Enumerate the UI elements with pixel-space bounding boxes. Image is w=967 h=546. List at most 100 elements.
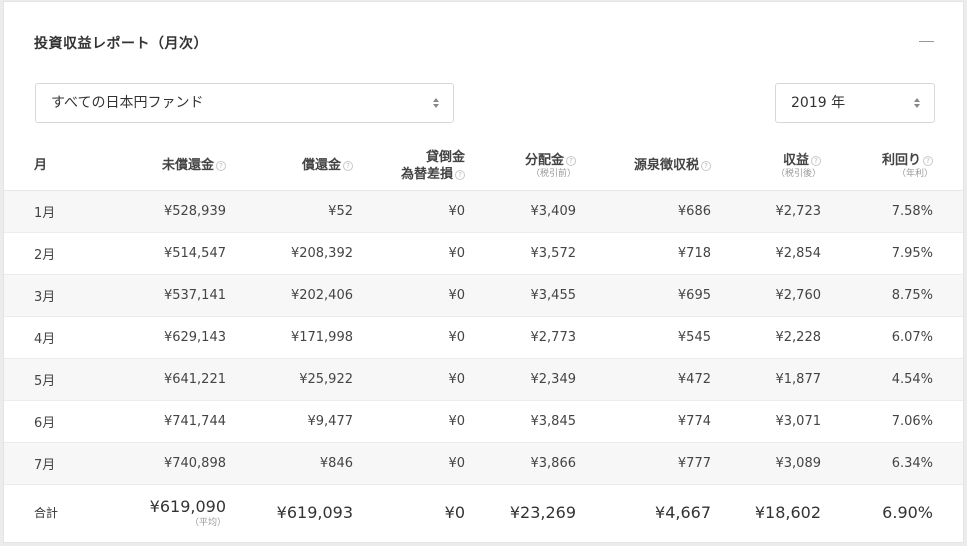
cell-yield: 7.06%: [821, 400, 933, 443]
cell-redeemed: ¥208,392: [226, 232, 353, 275]
cell-redeemed: ¥171,998: [226, 316, 353, 359]
help-icon[interactable]: ?: [701, 161, 711, 172]
help-icon[interactable]: ?: [216, 161, 226, 172]
col-header-spacer: [933, 142, 963, 191]
fund-select[interactable]: すべての日本円ファンド: [35, 83, 454, 123]
cell-unredeemed: ¥740,898: [96, 442, 226, 485]
total-profit: ¥18,602: [711, 483, 821, 540]
help-icon[interactable]: ?: [455, 169, 465, 180]
cell-withholding-tax: ¥718: [576, 232, 711, 275]
cell-month: 2月: [4, 232, 96, 275]
report-title: 投資収益レポート（月次）: [34, 36, 208, 52]
table-row: 7月 ¥740,898 ¥846 ¥0 ¥3,866 ¥777 ¥3,089 6.34%: [4, 442, 963, 485]
col-header-unredeemed: 未償還金?: [96, 142, 226, 191]
table-header-row: 月 未償還金? 償還金? 貸倒金 為替差損? 分配金? （税引前） 源泉徴収税? 収…: [4, 142, 963, 191]
monthly-report-table: 月 未償還金? 償還金? 貸倒金 為替差損? 分配金? （税引前） 源泉徴収税? 収…: [4, 142, 963, 540]
sort-arrows-icon: [433, 98, 441, 109]
table-row: 5月 ¥641,221 ¥25,922 ¥0 ¥2,349 ¥472 ¥1,877 4.54%: [4, 358, 963, 401]
cell-profit: ¥3,071: [711, 400, 821, 443]
cell-unredeemed: ¥629,143: [96, 316, 226, 359]
help-icon[interactable]: ?: [923, 155, 933, 166]
col-header-month: 月: [4, 142, 96, 191]
total-unredeemed: ¥619,090 （平均）: [96, 483, 226, 540]
cell-withholding-tax: ¥774: [576, 400, 711, 443]
cell-distribution: ¥3,572: [465, 232, 576, 275]
cell-bad-debt-fx-loss: ¥0: [353, 358, 465, 401]
cell-distribution: ¥3,866: [465, 442, 576, 485]
cell-withholding-tax: ¥686: [576, 190, 711, 233]
cell-month: 6月: [4, 400, 96, 443]
cell-bad-debt-fx-loss: ¥0: [353, 232, 465, 275]
total-redeemed: ¥619,093: [226, 483, 353, 540]
cell-withholding-tax: ¥695: [576, 274, 711, 317]
cell-distribution: ¥3,455: [465, 274, 576, 317]
cell-distribution: ¥2,349: [465, 358, 576, 401]
investment-report-card: 投資収益レポート（月次） すべての日本円ファンド 2019 年 月 未償還金? …: [3, 1, 964, 543]
cell-bad-debt-fx-loss: ¥0: [353, 442, 465, 485]
cell-month: 5月: [4, 358, 96, 401]
cell-yield: 8.75%: [821, 274, 933, 317]
cell-profit: ¥2,723: [711, 190, 821, 233]
fund-select-value: すべての日本円ファンド: [51, 95, 204, 111]
collapse-button[interactable]: [919, 30, 937, 52]
table-row: 6月 ¥741,744 ¥9,477 ¥0 ¥3,845 ¥774 ¥3,071 7.06%: [4, 400, 963, 443]
cell-redeemed: ¥9,477: [226, 400, 353, 443]
cell-month: 3月: [4, 274, 96, 317]
cell-withholding-tax: ¥472: [576, 358, 711, 401]
cell-redeemed: ¥52: [226, 190, 353, 233]
help-icon[interactable]: ?: [566, 155, 576, 166]
col-header-bad-debt-fx-loss: 貸倒金 為替差損?: [353, 142, 465, 191]
cell-unredeemed: ¥537,141: [96, 274, 226, 317]
cell-month: 1月: [4, 190, 96, 233]
cell-redeemed: ¥202,406: [226, 274, 353, 317]
cell-bad-debt-fx-loss: ¥0: [353, 190, 465, 233]
year-select[interactable]: 2019 年: [775, 83, 935, 123]
cell-bad-debt-fx-loss: ¥0: [353, 316, 465, 359]
cell-withholding-tax: ¥777: [576, 442, 711, 485]
table-row: 1月 ¥528,939 ¥52 ¥0 ¥3,409 ¥686 ¥2,723 7.58%: [4, 190, 963, 233]
sort-arrows-icon: [914, 98, 922, 109]
cell-month: 4月: [4, 316, 96, 359]
col-header-profit: 収益? （税引後）: [711, 142, 821, 191]
minus-icon: [919, 41, 934, 42]
year-select-value: 2019 年: [791, 95, 846, 111]
total-withholding-tax: ¥4,667: [576, 483, 711, 540]
cell-yield: 6.07%: [821, 316, 933, 359]
cell-unredeemed: ¥528,939: [96, 190, 226, 233]
cell-month: 7月: [4, 442, 96, 485]
cell-profit: ¥3,089: [711, 442, 821, 485]
total-label: 合計: [4, 483, 96, 540]
cell-yield: 7.95%: [821, 232, 933, 275]
table-row: 4月 ¥629,143 ¥171,998 ¥0 ¥2,773 ¥545 ¥2,228 6.07…: [4, 316, 963, 359]
total-row: 合計 ¥619,090 （平均） ¥619,093 ¥0 ¥23,269 ¥4,6…: [4, 483, 963, 540]
average-note: （平均）: [189, 517, 226, 528]
cell-unredeemed: ¥514,547: [96, 232, 226, 275]
cell-yield: 7.58%: [821, 190, 933, 233]
table-row: 3月 ¥537,141 ¥202,406 ¥0 ¥3,455 ¥695 ¥2,760 8.75…: [4, 274, 963, 317]
col-header-redeemed: 償還金?: [226, 142, 353, 191]
cell-distribution: ¥3,845: [465, 400, 576, 443]
cell-bad-debt-fx-loss: ¥0: [353, 400, 465, 443]
cell-unredeemed: ¥741,744: [96, 400, 226, 443]
cell-profit: ¥1,877: [711, 358, 821, 401]
col-header-yield: 利回り? （年利）: [821, 142, 933, 191]
total-bad-debt-fx-loss: ¥0: [353, 483, 465, 540]
col-header-withholding-tax: 源泉徴収税?: [576, 142, 711, 191]
table-body: 1月 ¥528,939 ¥52 ¥0 ¥3,409 ¥686 ¥2,723 7.58% 2月 ¥5…: [4, 190, 963, 485]
help-icon[interactable]: ?: [343, 161, 353, 172]
table-row: 2月 ¥514,547 ¥208,392 ¥0 ¥3,572 ¥718 ¥2,854 7.95…: [4, 232, 963, 275]
cell-yield: 4.54%: [821, 358, 933, 401]
cell-redeemed: ¥846: [226, 442, 353, 485]
cell-distribution: ¥2,773: [465, 316, 576, 359]
cell-withholding-tax: ¥545: [576, 316, 711, 359]
total-distribution: ¥23,269: [465, 483, 576, 540]
cell-redeemed: ¥25,922: [226, 358, 353, 401]
cell-profit: ¥2,760: [711, 274, 821, 317]
cell-unredeemed: ¥641,221: [96, 358, 226, 401]
col-header-distribution: 分配金? （税引前）: [465, 142, 576, 191]
cell-profit: ¥2,854: [711, 232, 821, 275]
cell-profit: ¥2,228: [711, 316, 821, 359]
help-icon[interactable]: ?: [811, 155, 821, 166]
total-yield: 6.90%: [821, 483, 933, 540]
cell-distribution: ¥3,409: [465, 190, 576, 233]
